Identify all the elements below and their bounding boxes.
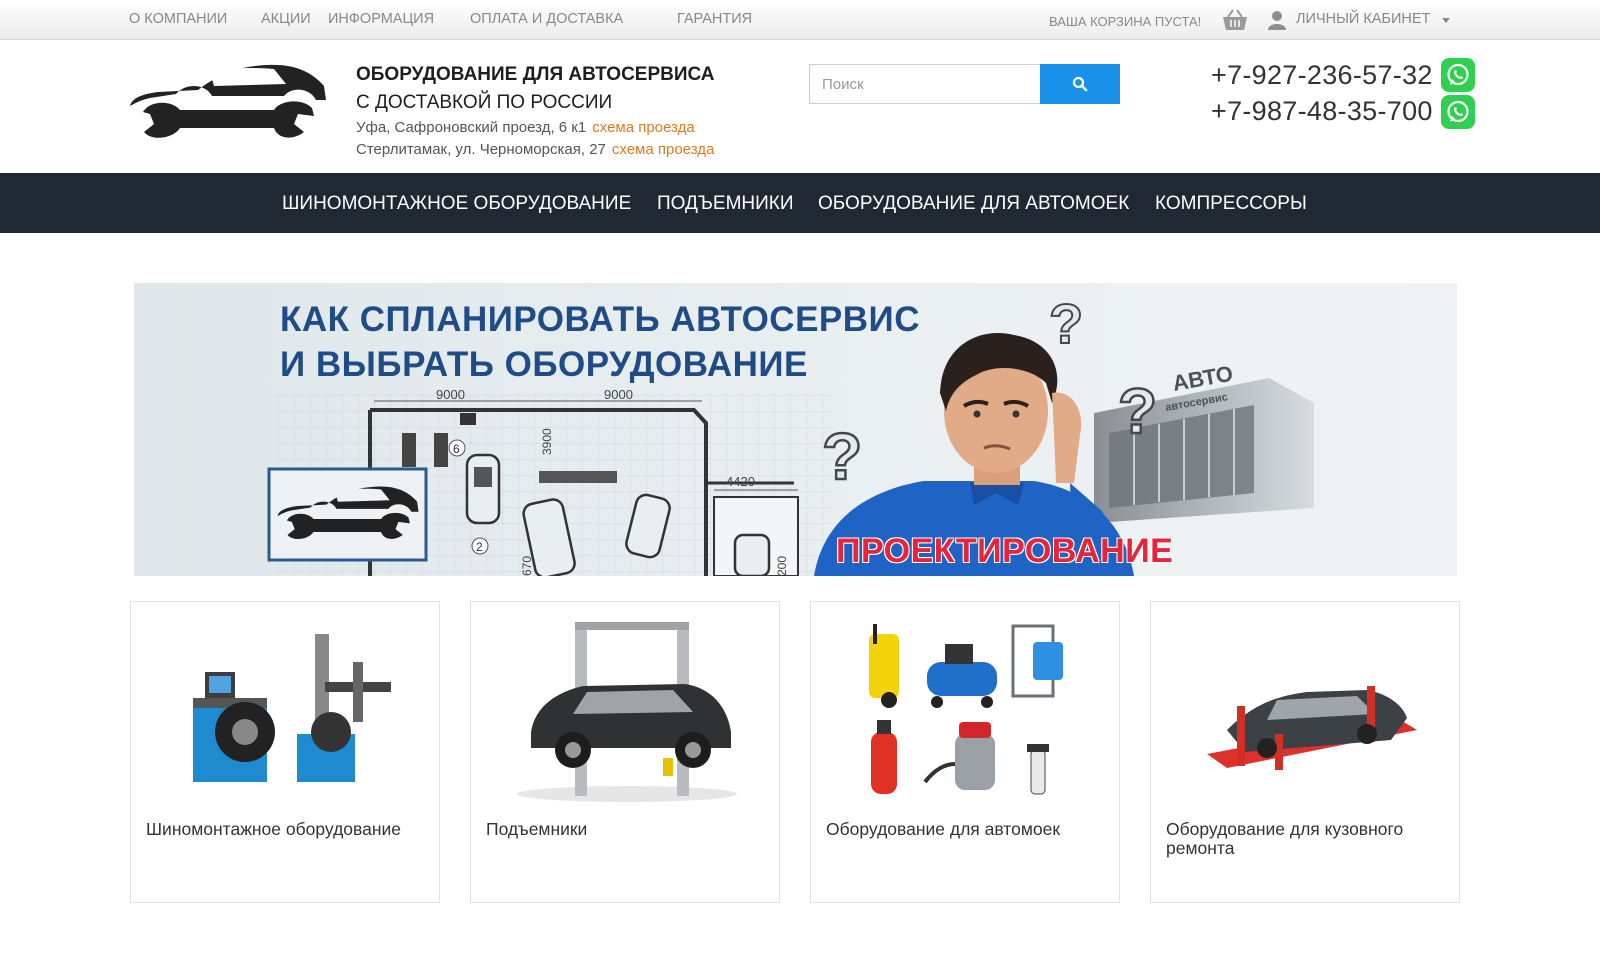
brand-title: ОБОРУДОВАНИЕ ДЛЯ АВТОСЕРВИСА <box>356 64 715 85</box>
nav-lifts[interactable]: Подъемники <box>657 193 794 215</box>
search-icon <box>1073 76 1088 92</box>
brand-subtitle: С ДОСТАВКОЙ ПО РОССИИ <box>356 92 613 113</box>
promo-banner[interactable]: 9000 9000 4420 3900 670 200 6 2 АВТО авт… <box>134 283 1457 576</box>
whatsapp-icon[interactable] <box>1441 95 1475 129</box>
nav-car-wash-equipment[interactable]: Оборудование для автомоек <box>818 193 1129 215</box>
top-link-promotions[interactable]: Акции <box>261 11 311 27</box>
svg-text:?: ? <box>1049 292 1083 355</box>
category-title[interactable]: Оборудование для автомоек <box>826 820 1106 839</box>
tire-equipment-image <box>193 634 391 782</box>
search-form <box>809 64 1120 104</box>
phone-number-2[interactable]: +7-987-48-35-700 <box>1211 96 1433 127</box>
nav-tire-equipment[interactable]: Шиномонтажное оборудование <box>282 193 631 215</box>
account-menu-button[interactable]: ЛИЧНЫЙ КАБИНЕТ <box>1296 11 1430 27</box>
plan-marker: 6 <box>453 442 460 456</box>
banner-title-line1: КАК СПЛАНИРОВАТЬ АВТОСЕРВИС <box>280 300 920 339</box>
search-button[interactable] <box>1040 64 1120 104</box>
address-ufa: Уфа, Сафроновский проезд, 6 к1 схема прое… <box>356 119 695 136</box>
user-icon[interactable] <box>1268 10 1286 30</box>
address-text: Уфа, Сафроновский проезд, 6 к1 <box>356 119 587 136</box>
svg-text:?: ? <box>1118 375 1157 447</box>
category-title[interactable]: Подъемники <box>486 820 766 839</box>
category-card-lifts[interactable]: Подъемники <box>470 601 780 903</box>
category-card-car-wash[interactable]: Оборудование для автомоек <box>810 601 1120 903</box>
dimension-label: 9000 <box>604 387 633 402</box>
whatsapp-icon[interactable] <box>1441 58 1475 92</box>
phone-number-1[interactable]: +7-927-236-57-32 <box>1211 60 1433 91</box>
dimension-label: 200 <box>775 556 789 576</box>
banner-tag: ПРОЕКТИРОВАНИЕ <box>836 532 1174 570</box>
main-navigation: Шиномонтажное оборудование Подъемники Об… <box>0 173 1600 233</box>
cart-status: ВАША КОРЗИНА ПУСТА! <box>1049 14 1202 29</box>
category-card-tire-equipment[interactable]: Шиномонтажное оборудование <box>130 601 440 903</box>
banner-title-line2: И ВЫБРАТЬ ОБОРУДОВАНИЕ <box>280 345 808 384</box>
directions-link-sterlitamak[interactable]: схема проезда <box>612 141 714 158</box>
top-link-information[interactable]: Информация <box>328 11 434 27</box>
top-bar: О компании Акции Информация Оплата и дос… <box>0 0 1600 40</box>
search-input[interactable] <box>809 64 1041 104</box>
chevron-down-icon[interactable] <box>1442 18 1450 23</box>
top-link-payment-delivery[interactable]: Оплата и доставка <box>470 11 623 27</box>
car-wash-equipment-image <box>869 624 1063 795</box>
category-title[interactable]: Оборудование для кузовного ремонта <box>1166 820 1446 858</box>
car-lift-image <box>517 622 737 802</box>
plan-marker: 2 <box>476 540 483 554</box>
address-sterlitamak: Стерлитамак, ул. Черноморская, 27 схема п… <box>356 141 714 158</box>
directions-link-ufa[interactable]: схема проезда <box>592 119 694 136</box>
company-logo[interactable] <box>128 60 328 142</box>
address-text: Стерлитамак, ул. Черноморская, 27 <box>356 141 606 158</box>
basket-icon[interactable] <box>1222 8 1248 32</box>
category-title[interactable]: Шиномонтажное оборудование <box>146 820 426 839</box>
top-link-warranty[interactable]: Гарантия <box>677 11 752 27</box>
nav-compressors[interactable]: Компрессоры <box>1155 193 1307 215</box>
category-card-body-repair[interactable]: Оборудование для кузовного ремонта <box>1150 601 1460 903</box>
body-repair-equipment-image <box>1207 686 1417 770</box>
top-link-about[interactable]: О компании <box>129 11 227 27</box>
dimension-label: 4420 <box>726 474 755 489</box>
dimension-label: 3900 <box>540 428 554 455</box>
dimension-label: 9000 <box>436 387 465 402</box>
svg-text:?: ? <box>822 419 862 493</box>
